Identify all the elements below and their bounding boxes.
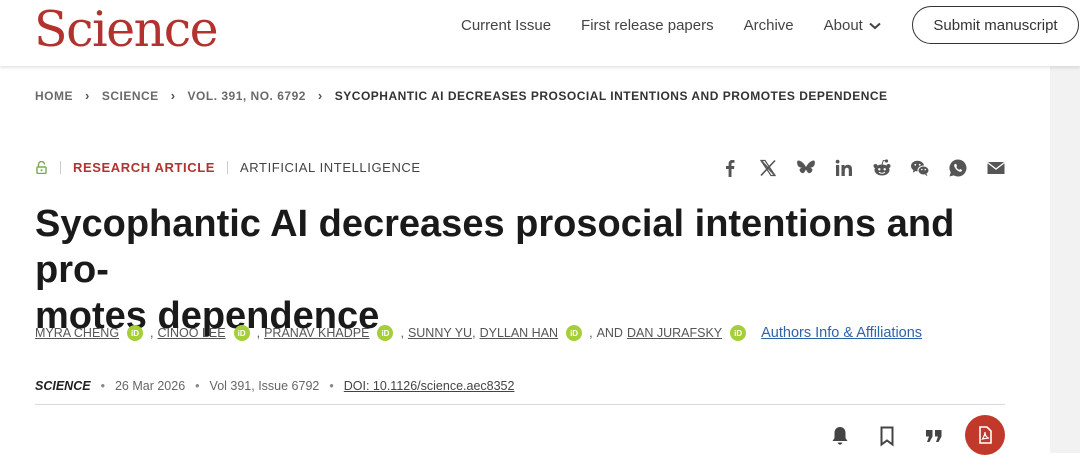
journal-name[interactable]: SCIENCE xyxy=(35,379,91,393)
author-separator: , xyxy=(256,326,261,340)
article-header: HOME › SCIENCE › VOL. 391, NO. 6792 › SY… xyxy=(0,66,1050,455)
author-list: MYRA CHENG iD, CINOO LEE iD, PRANAV KHADPE iD… xyxy=(35,325,922,341)
divider xyxy=(60,161,61,174)
article-type[interactable]: RESEARCH ARTICLE xyxy=(73,160,215,175)
nav-about[interactable]: About xyxy=(824,17,881,35)
main-nav: Current Issue First release papers Archi… xyxy=(461,17,911,35)
publication-info: SCIENCE • 26 Mar 2026 • Vol 391, Issue 6… xyxy=(35,379,514,393)
nav-about-label: About xyxy=(823,17,863,34)
nav-first-release-papers[interactable]: First release papers xyxy=(581,17,714,35)
share-bar xyxy=(720,158,1024,178)
reddit-icon[interactable] xyxy=(872,158,892,178)
article-tools xyxy=(829,415,1005,455)
author-separator: , xyxy=(400,326,404,340)
site-header: Science Current Issue First release pape… xyxy=(0,0,1080,66)
facebook-icon[interactable] xyxy=(720,158,740,178)
divider-line xyxy=(35,404,1005,405)
email-icon[interactable] xyxy=(986,158,1006,178)
nav-archive[interactable]: Archive xyxy=(744,17,794,35)
article-title: Sycophantic AI decreases prosocial inten… xyxy=(35,203,955,337)
whatsapp-icon[interactable] xyxy=(948,158,968,178)
lock-open-icon xyxy=(36,161,47,174)
volume-issue: Vol 391, Issue 6792 xyxy=(209,379,320,393)
article-meta: RESEARCH ARTICLE ARTIFICIAL INTELLIGENCE xyxy=(36,160,421,175)
bell-icon[interactable] xyxy=(829,425,851,447)
chevron-down-icon xyxy=(869,22,881,30)
pdf-button[interactable] xyxy=(965,415,1005,455)
author-separator: , xyxy=(589,326,593,340)
wechat-icon[interactable] xyxy=(910,158,930,178)
separator-dot: • xyxy=(195,379,200,393)
x-icon[interactable] xyxy=(758,158,778,178)
author-name[interactable]: DYLLAN HAN xyxy=(480,326,559,340)
orcid-icon[interactable]: iD xyxy=(233,325,250,341)
author-separator: , xyxy=(150,326,154,340)
breadcrumb-current: SYCOPHANTIC AI DECREASES PROSOCIAL INTEN… xyxy=(334,88,888,103)
bookmark-icon[interactable] xyxy=(876,425,898,447)
author-name[interactable]: DAN JURAFSKY xyxy=(627,326,722,340)
breadcrumb-science[interactable]: SCIENCE xyxy=(102,89,159,103)
breadcrumb-home[interactable]: HOME xyxy=(35,89,73,103)
bluesky-icon[interactable] xyxy=(796,158,816,178)
orcid-icon[interactable]: iD xyxy=(377,325,394,341)
chevron-right-icon: › xyxy=(170,88,176,103)
science-logo[interactable]: Science xyxy=(34,0,219,60)
authors-info-link[interactable]: Authors Info & Affiliations xyxy=(761,325,922,341)
author-name[interactable]: PRANAV KHADPE xyxy=(264,326,369,340)
quote-icon[interactable] xyxy=(923,425,945,447)
author-name[interactable]: CINOO LEE xyxy=(158,326,226,340)
linkedin-icon[interactable] xyxy=(834,158,854,178)
chevron-right-icon: › xyxy=(317,88,323,103)
doi-link[interactable]: DOI: 10.1126/science.aec8352 xyxy=(344,379,515,393)
and-text: AND xyxy=(596,326,623,340)
separator-dot: • xyxy=(329,379,334,393)
orcid-icon[interactable]: iD xyxy=(566,325,583,341)
submit-manuscript-button[interactable]: Submit manuscript xyxy=(912,6,1079,44)
divider xyxy=(227,161,229,174)
author-name[interactable]: MYRA CHENG xyxy=(35,326,119,340)
separator-dot: • xyxy=(100,379,105,393)
orcid-icon[interactable]: iD xyxy=(127,325,144,341)
breadcrumb: HOME › SCIENCE › VOL. 391, NO. 6792 › SY… xyxy=(35,88,888,103)
publication-date: 26 Mar 2026 xyxy=(114,379,186,393)
nav-current-issue[interactable]: Current Issue xyxy=(461,17,551,35)
chevron-right-icon: › xyxy=(85,88,90,103)
article-subject[interactable]: ARTIFICIAL INTELLIGENCE xyxy=(240,160,421,175)
orcid-icon[interactable]: iD xyxy=(730,325,747,341)
author-separator: , xyxy=(472,326,476,340)
author-name[interactable]: SUNNY YU xyxy=(408,326,472,340)
breadcrumb-issue[interactable]: VOL. 391, NO. 6792 xyxy=(188,89,306,103)
pdf-icon xyxy=(979,426,992,444)
